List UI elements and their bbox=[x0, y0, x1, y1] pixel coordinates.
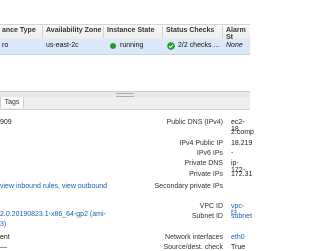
check-circle-icon bbox=[167, 42, 175, 52]
table-empty-area bbox=[0, 55, 250, 91]
instance-id-value: 909 bbox=[0, 119, 12, 126]
col-instance-state[interactable]: Instance State bbox=[107, 27, 154, 34]
cell-instance-state: running bbox=[120, 42, 144, 49]
cell-availability-zone: us-east-2c bbox=[46, 42, 79, 49]
column-divider[interactable] bbox=[103, 26, 104, 38]
subnet-id-link[interactable]: subnet bbox=[231, 213, 252, 220]
label-subnet-id: Subnet ID bbox=[191, 213, 223, 220]
network-interface-link[interactable]: eth0 bbox=[231, 234, 245, 241]
label-vpc-id: VPC ID bbox=[199, 203, 223, 210]
cell-instance-type: ro bbox=[2, 42, 9, 49]
ipv4-public-ip-value: 18.219 bbox=[231, 140, 253, 147]
column-divider[interactable] bbox=[162, 26, 163, 38]
ami-id-link[interactable]: 2.0.20190823.1-x86_64-gp2 (ami- bbox=[0, 211, 106, 218]
ipv6-ips-value: - bbox=[231, 150, 234, 157]
label-network-interfaces: Network interfaces bbox=[165, 234, 223, 241]
label-ipv4-public-ip: IPv4 Public IP bbox=[179, 140, 223, 147]
label-ipv6-ips: IPv6 IPs bbox=[196, 150, 223, 157]
cell-alarm-status[interactable]: None bbox=[226, 42, 243, 49]
table-row[interactable]: ro us-east-2c running 2/2 checks ... Non… bbox=[0, 39, 250, 55]
label-private-ips: Private IPs bbox=[189, 171, 223, 178]
label-private-dns: Private DNS bbox=[184, 160, 223, 167]
cell-status-checks[interactable]: 2/2 checks ... bbox=[178, 42, 219, 49]
col-status-checks[interactable]: Status Checks bbox=[166, 27, 214, 34]
details-tab-bar: Tags bbox=[0, 97, 250, 110]
col-availability-zone[interactable]: Availability Zone bbox=[46, 27, 101, 34]
column-divider[interactable] bbox=[222, 26, 223, 38]
private-ips-value: 172.31 bbox=[231, 171, 253, 178]
tab-tags[interactable]: Tags bbox=[0, 97, 24, 108]
label-secondary-private-ips: Secondary private IPs bbox=[154, 183, 223, 190]
instances-table-header: ance Type Availability Zone Instance Sta… bbox=[0, 24, 250, 41]
label-public-dns: Public DNS (IPv4) bbox=[166, 119, 223, 126]
column-divider[interactable] bbox=[42, 26, 43, 38]
public-dns-value-cont: 2.comp bbox=[231, 129, 254, 136]
running-status-dot-icon bbox=[110, 43, 116, 49]
ami-id-link-cont[interactable]: 3) bbox=[0, 221, 6, 228]
col-instance-type[interactable]: ance Type bbox=[2, 27, 36, 34]
security-group-links[interactable]: view inbound rules, view outbound bbox=[0, 183, 107, 190]
network-value: ent bbox=[0, 234, 10, 241]
